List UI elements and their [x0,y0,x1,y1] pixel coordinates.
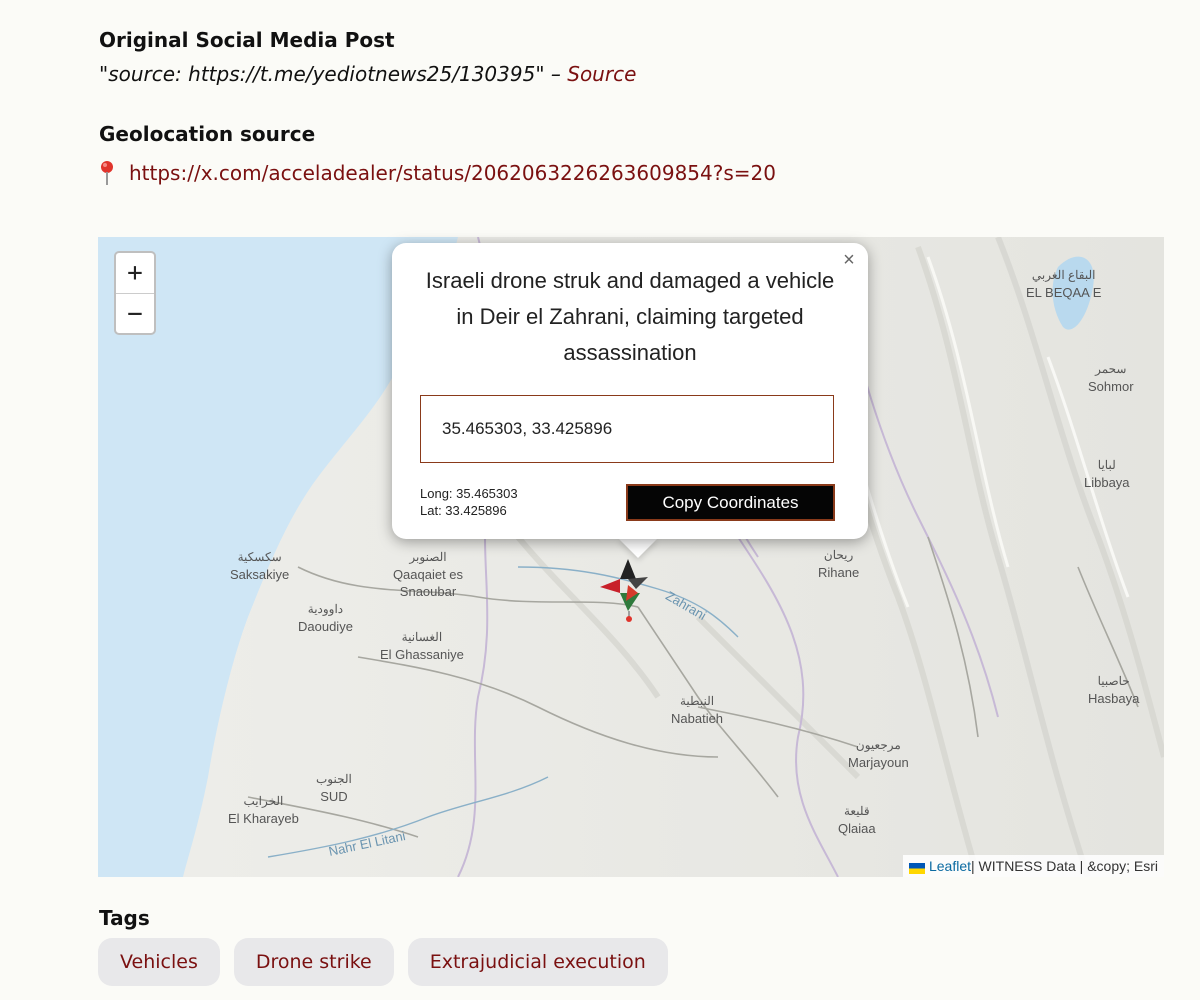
geolocation-link[interactable]: https://x.com/acceladealer/status/206206… [129,161,776,185]
place-label: ريحان Rihane [818,548,860,580]
zoom-in-button[interactable]: + [116,253,154,293]
tag-extrajudicial-execution[interactable]: Extrajudicial execution [407,938,668,986]
longitude-label: Long: 35.465303 [420,486,518,501]
popup-tip [618,538,658,558]
post-quote-text: "source: https://t.me/yediotnews25/13039… [99,62,568,86]
place-label: الخرايب El Kharayeb [228,794,299,826]
place-label: البقاع الغربي EL BEQAA E [1026,268,1102,300]
tags-heading: Tags [99,906,150,930]
ukraine-flag-icon [908,861,925,874]
place-label: داوودية Daoudiye [298,602,353,634]
source-link[interactable]: Source [567,62,636,86]
place-label: حاصبيا Hasbaya [1088,674,1140,706]
leaflet-link[interactable]: Leaflet [929,858,971,874]
zoom-out-button[interactable]: − [116,293,154,333]
place-label: سكسكية Saksakiye [230,550,290,582]
place-label: الغسانية El Ghassaniye [380,630,464,662]
tag-list: Vehicles Drone strike Extrajudicial exec… [98,938,668,986]
zoom-control: + − [114,251,156,335]
attribution-text: | WITNESS Data | &copy; Esri [971,858,1158,874]
tag-drone-strike[interactable]: Drone strike [233,938,394,986]
latitude-label: Lat: 33.425896 [420,503,507,518]
tag-vehicles[interactable]: Vehicles [98,938,220,986]
close-icon[interactable]: × [838,249,860,271]
copy-coordinates-button[interactable]: Copy Coordinates [626,484,835,521]
place-label: قليعة Qlaiaa [838,804,876,836]
place-label: الجنوب SUD [316,772,352,804]
place-label: مرجعيون Marjayoun [848,738,909,770]
map-pin-icon [99,160,119,186]
place-label: سحمر Sohmor [1088,362,1134,394]
map-attribution: Leaflet | WITNESS Data | &copy; Esri [902,855,1164,877]
place-label: الصنوبر Qaaqaiet es Snaoubar [392,550,464,599]
coordinates-input[interactable] [420,395,834,463]
geolocation-heading: Geolocation source [99,122,316,146]
post-quote: "source: https://t.me/yediotnews25/13039… [99,62,636,86]
geolocation-line: https://x.com/acceladealer/status/206206… [99,160,776,186]
popup-title: Israeli drone struk and damaged a vehicl… [425,268,835,365]
place-label: لبايا Libbaya [1084,458,1130,490]
coordinates-popup: × Israeli drone struk and damaged a vehi… [392,243,868,539]
coordinates-meta: Long: 35.465303 Lat: 33.425896 [420,485,518,519]
place-label: النبطية Nabatieh [671,694,724,726]
post-heading: Original Social Media Post [99,28,395,52]
incident-marker-icon[interactable] [598,555,652,627]
